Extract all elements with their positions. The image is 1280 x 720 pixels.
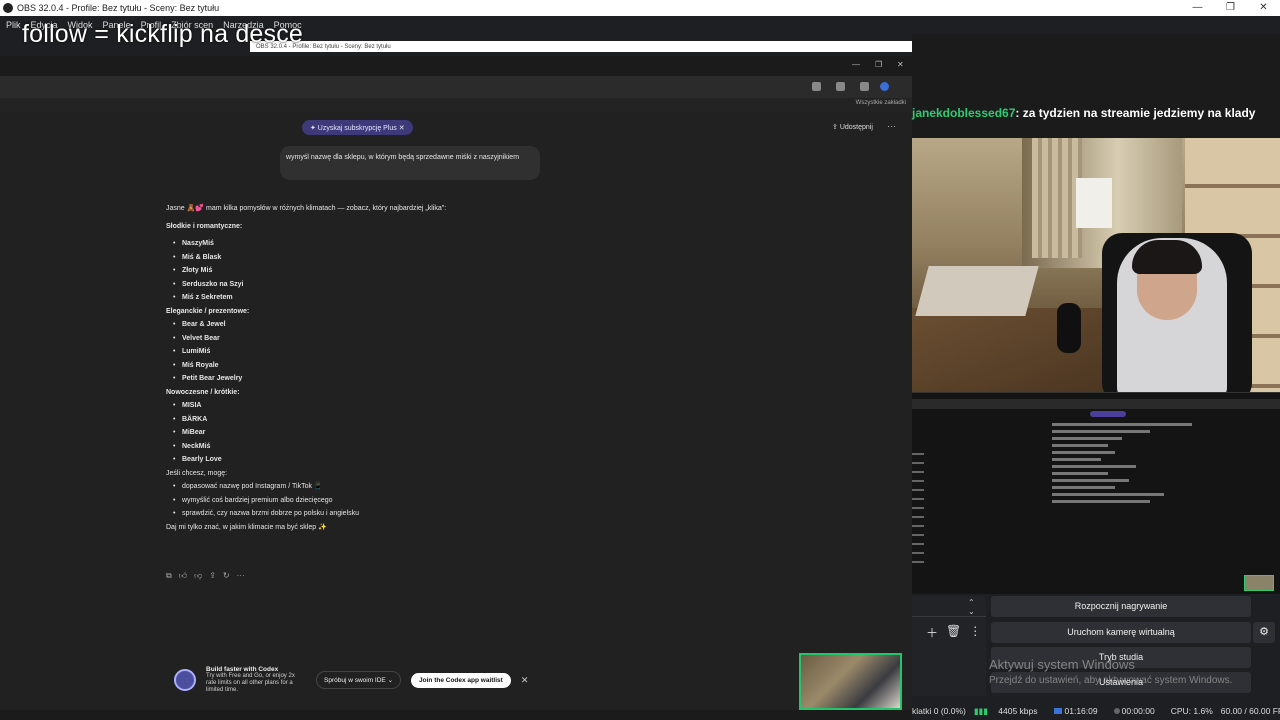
obs-titlebar: OBS 32.0.4 - Profile: Bez tytułu - Sceny…: [0, 0, 1280, 16]
chat-text: : za tydzien na streamie jedziemy na kla…: [1015, 106, 1256, 120]
browser-minimize-button[interactable]: —: [852, 60, 860, 69]
chat-overlay-area: [912, 34, 1280, 138]
windows-activation-watermark: Aktywuj system Windows Przejdź do ustawi…: [989, 657, 1232, 686]
share-button[interactable]: ⇪ Udostępnij: [832, 123, 873, 131]
more-options-icon[interactable]: ···: [887, 121, 896, 131]
offer-item: sprawdzić, czy nazwa brzmi dobrze po pol…: [166, 507, 586, 521]
offer-item: wymyślić coś bardziej premium albo dziec…: [166, 494, 586, 508]
inner-obs-titlebar: OBS 32.0.4 - Profile: Bez tytułu - Sceny…: [250, 41, 1020, 52]
subscribe-plus-button[interactable]: ✦ Uzyskaj subskrypcję Plus ✕: [302, 120, 413, 135]
list-item: MISIA: [166, 399, 586, 413]
more-icon[interactable]: ···: [237, 571, 245, 581]
window-title: OBS 32.0.4 - Profile: Bez tytułu - Sceny…: [17, 3, 220, 13]
webcam-feed: [912, 138, 1280, 392]
answer-outro: Daj mi tylko znać, w jakim klimacie ma b…: [166, 523, 327, 531]
start-recording-button[interactable]: Rozpocznij nagrywanie: [991, 596, 1251, 617]
join-waitlist-button[interactable]: Join the Codex app waitlist: [411, 672, 511, 688]
live-time: 01:16:09: [1064, 706, 1098, 716]
answer-intro: Jasne 🧸💕 mam kilka pomysłów w różnych kl…: [166, 205, 447, 212]
webcam-thumbnail: [799, 653, 902, 710]
menu-plik[interactable]: Plik: [6, 20, 21, 30]
list-item: Bearly Love: [166, 453, 586, 467]
list-item: Velvet Bear: [166, 332, 586, 346]
list-item: Miś Royale: [166, 359, 586, 373]
sources-panel: ⌃ ⌄ ＋ 🗑︎ ⋮: [912, 596, 986, 696]
list-item: NeckMiś: [166, 440, 586, 454]
section-heading: Słodkie i romantyczne:: [166, 222, 243, 230]
close-button[interactable]: ✕: [1247, 0, 1280, 16]
obs-logo-icon: [3, 3, 13, 13]
list-item: Złoty Miś: [166, 264, 586, 278]
share-label: Udostępnij: [839, 124, 873, 131]
browser-close-button[interactable]: ✕: [897, 60, 904, 69]
section-heading: Nowoczesne / krótkie:: [166, 388, 240, 396]
list-item: Petit Bear Jewelry: [166, 372, 586, 386]
chat-username: janekdoblessed67: [912, 106, 1016, 120]
list-item: NaszyMiś: [166, 237, 586, 251]
minimize-button[interactable]: —: [1181, 0, 1214, 16]
microphone: [1057, 303, 1081, 353]
window-controls: — ❐ ✕: [1181, 0, 1280, 16]
cpu-usage: CPU: 1.6%: [1170, 706, 1213, 716]
thumbs-up-icon[interactable]: 👍︎: [179, 571, 187, 581]
offer-item: dopasować nazwę pod Instagram / TikTok 📱: [166, 480, 586, 494]
composer-strip: [0, 710, 912, 720]
codex-body: Try with Free and Go, or enjoy 2x rate l…: [206, 673, 295, 693]
chat-message: janekdoblessed67: za tydzien na streamie…: [912, 106, 1255, 120]
extensions-icon[interactable]: [836, 82, 845, 91]
share-icon[interactable]: ⇪: [209, 571, 216, 581]
browser-maximize-button[interactable]: ❐: [875, 60, 882, 69]
add-icon[interactable]: ＋: [926, 624, 938, 641]
close-banner-icon[interactable]: ✕: [521, 675, 529, 686]
trash-icon[interactable]: 🗑︎: [946, 624, 961, 641]
codex-text: Build faster with Codex Try with Free an…: [206, 666, 306, 694]
record-icon: [1113, 708, 1120, 714]
all-bookmarks-link[interactable]: Wszystkie zakładki: [856, 100, 906, 106]
fps: 60.00 / 60.00 FPS: [1220, 706, 1280, 716]
user-message: wymyśl nazwę dla sklepu, w którym będą s…: [280, 146, 540, 180]
assistant-answer: Jasne 🧸💕 mam kilka pomysłów w różnych kl…: [166, 202, 586, 534]
profile-icon[interactable]: [860, 82, 869, 91]
watermark-subtitle: Przejdź do ustawień, aby aktywować syste…: [989, 675, 1233, 686]
status-bar: klatki 0 (0.0%) ▮▮▮ 4405 kbps 01:16:09 0…: [912, 702, 1280, 720]
bookmarks-bar: Wszystkie zakładki: [0, 98, 912, 112]
preview-webcam: [1244, 575, 1274, 591]
bitrate: 4405 kbps: [998, 705, 1038, 716]
copy-icon[interactable]: ⧉: [166, 571, 172, 581]
virtual-camera-button[interactable]: Uruchom kamerę wirtualną: [991, 622, 1251, 643]
star-icon[interactable]: [812, 82, 821, 91]
thumbs-down-icon[interactable]: 👎︎: [194, 571, 202, 581]
stream-overlay-text: follow = kickflip na desce: [22, 20, 304, 48]
try-in-ide-button[interactable]: Spróbuj w swoim IDE ⌄: [316, 671, 402, 689]
codex-logo-icon: [174, 669, 196, 691]
list-item: Miś z Sekretem: [166, 291, 586, 305]
list-item: Bear & Jewel: [166, 318, 586, 332]
codex-banner: Build faster with Codex Try with Free an…: [166, 660, 538, 700]
move-arrows-icon[interactable]: ⌃ ⌄: [968, 598, 975, 616]
maximize-button[interactable]: ❐: [1214, 0, 1247, 16]
kebab-menu-icon[interactable]: ⋮: [969, 624, 981, 641]
browser-titlebar: — ❐ ✕: [0, 56, 912, 76]
message-actions: ⧉ 👍︎ 👎︎ ⇪ ↻ ···: [166, 571, 245, 581]
list-item: LumiMiś: [166, 345, 586, 359]
address-bar[interactable]: [0, 76, 912, 98]
signal-icon: ▮▮▮: [973, 705, 988, 716]
dropped-frames: klatki 0 (0.0%): [912, 706, 966, 716]
list-item: BÄRKA: [166, 413, 586, 427]
codex-title: Build faster with Codex: [206, 666, 279, 673]
regenerate-icon[interactable]: ↻: [223, 571, 230, 581]
scene-preview: [912, 392, 1280, 594]
list-item: MiBear: [166, 426, 586, 440]
watermark-title: Aktywuj system Windows: [989, 657, 1135, 672]
offer-intro: Jeśli chcesz, mogę:: [166, 469, 228, 477]
live-icon: [1053, 708, 1062, 714]
section-heading: Eleganckie / prezentowe:: [166, 307, 250, 315]
avatar[interactable]: [880, 82, 889, 91]
gear-icon[interactable]: ⚙: [1253, 622, 1275, 643]
list-item: Miś & Blask: [166, 251, 586, 265]
rec-time: 00:00:00: [1121, 706, 1155, 716]
list-item: Serduszko na Szyi: [166, 278, 586, 292]
